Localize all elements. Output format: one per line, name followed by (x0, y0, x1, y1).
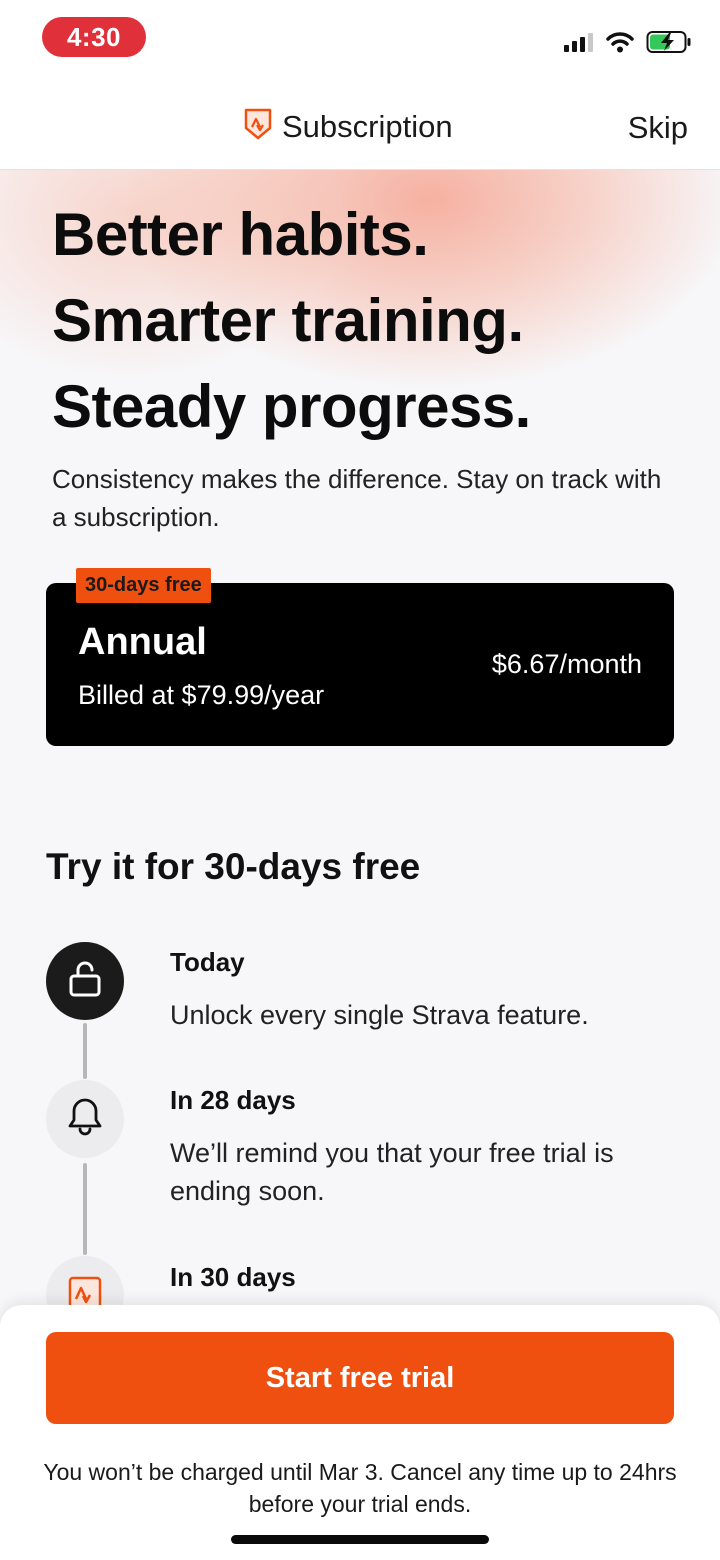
subscription-content[interactable]: Better habits. Smarter training. Steady … (0, 170, 720, 1310)
cellular-signal-icon (564, 32, 594, 57)
timeline-connector (83, 1023, 87, 1079)
header-title-group: Subscription (244, 108, 453, 145)
timeline-step-charge-marker (46, 1256, 124, 1310)
timeline-step-label: Today (170, 947, 245, 977)
page-title: Subscription (282, 108, 453, 144)
status-icons (564, 30, 692, 59)
timeline-step-desc: We’ll remind you that your free trial is… (170, 1138, 614, 1206)
free-trial-badge: 30-days free (76, 568, 211, 603)
timeline-step-reminder-marker (46, 1080, 124, 1158)
hero-headline: Better habits. Smarter training. Steady … (52, 192, 531, 450)
timeline-step-desc: Unlock every single Strava feature. (170, 1000, 589, 1030)
strava-shield-icon (244, 108, 272, 145)
plan-price: $6.67/month (491, 649, 642, 679)
unlock-icon (65, 959, 105, 1004)
bottom-sheet: Start free trial You won’t be charged un… (0, 1305, 720, 1560)
home-indicator[interactable] (231, 1535, 489, 1544)
trial-section-title: Try it for 30-days free (46, 846, 421, 887)
billing-disclaimer: You won’t be charged until Mar 3. Cancel… (43, 1459, 677, 1517)
timeline-step-label: In 30 days (170, 1262, 296, 1292)
app-header: Subscription Skip (0, 90, 720, 170)
hero-line: Smarter training. (52, 287, 524, 354)
timeline-step-today-marker (46, 942, 124, 1020)
bell-icon (65, 1096, 105, 1143)
status-time: 4:30 (42, 17, 146, 57)
status-bar: 4:30 (0, 0, 720, 90)
start-free-trial-button[interactable]: Start free trial (46, 1332, 674, 1424)
plan-billing: Billed at $79.99/year (78, 680, 325, 710)
annual-plan-card[interactable]: Annual Billed at $79.99/year $6.67/month (46, 583, 674, 746)
timeline-connector (83, 1163, 87, 1255)
battery-charging-icon (646, 30, 692, 59)
wifi-icon (606, 31, 634, 58)
timeline-step-label: In 28 days (170, 1085, 296, 1115)
plan-name: Annual (78, 621, 207, 663)
hero-line: Better habits. (52, 201, 429, 268)
hero-line: Steady progress. (52, 373, 531, 440)
hero-subtext: Consistency makes the difference. Stay o… (52, 464, 662, 532)
skip-button[interactable]: Skip (628, 110, 688, 146)
